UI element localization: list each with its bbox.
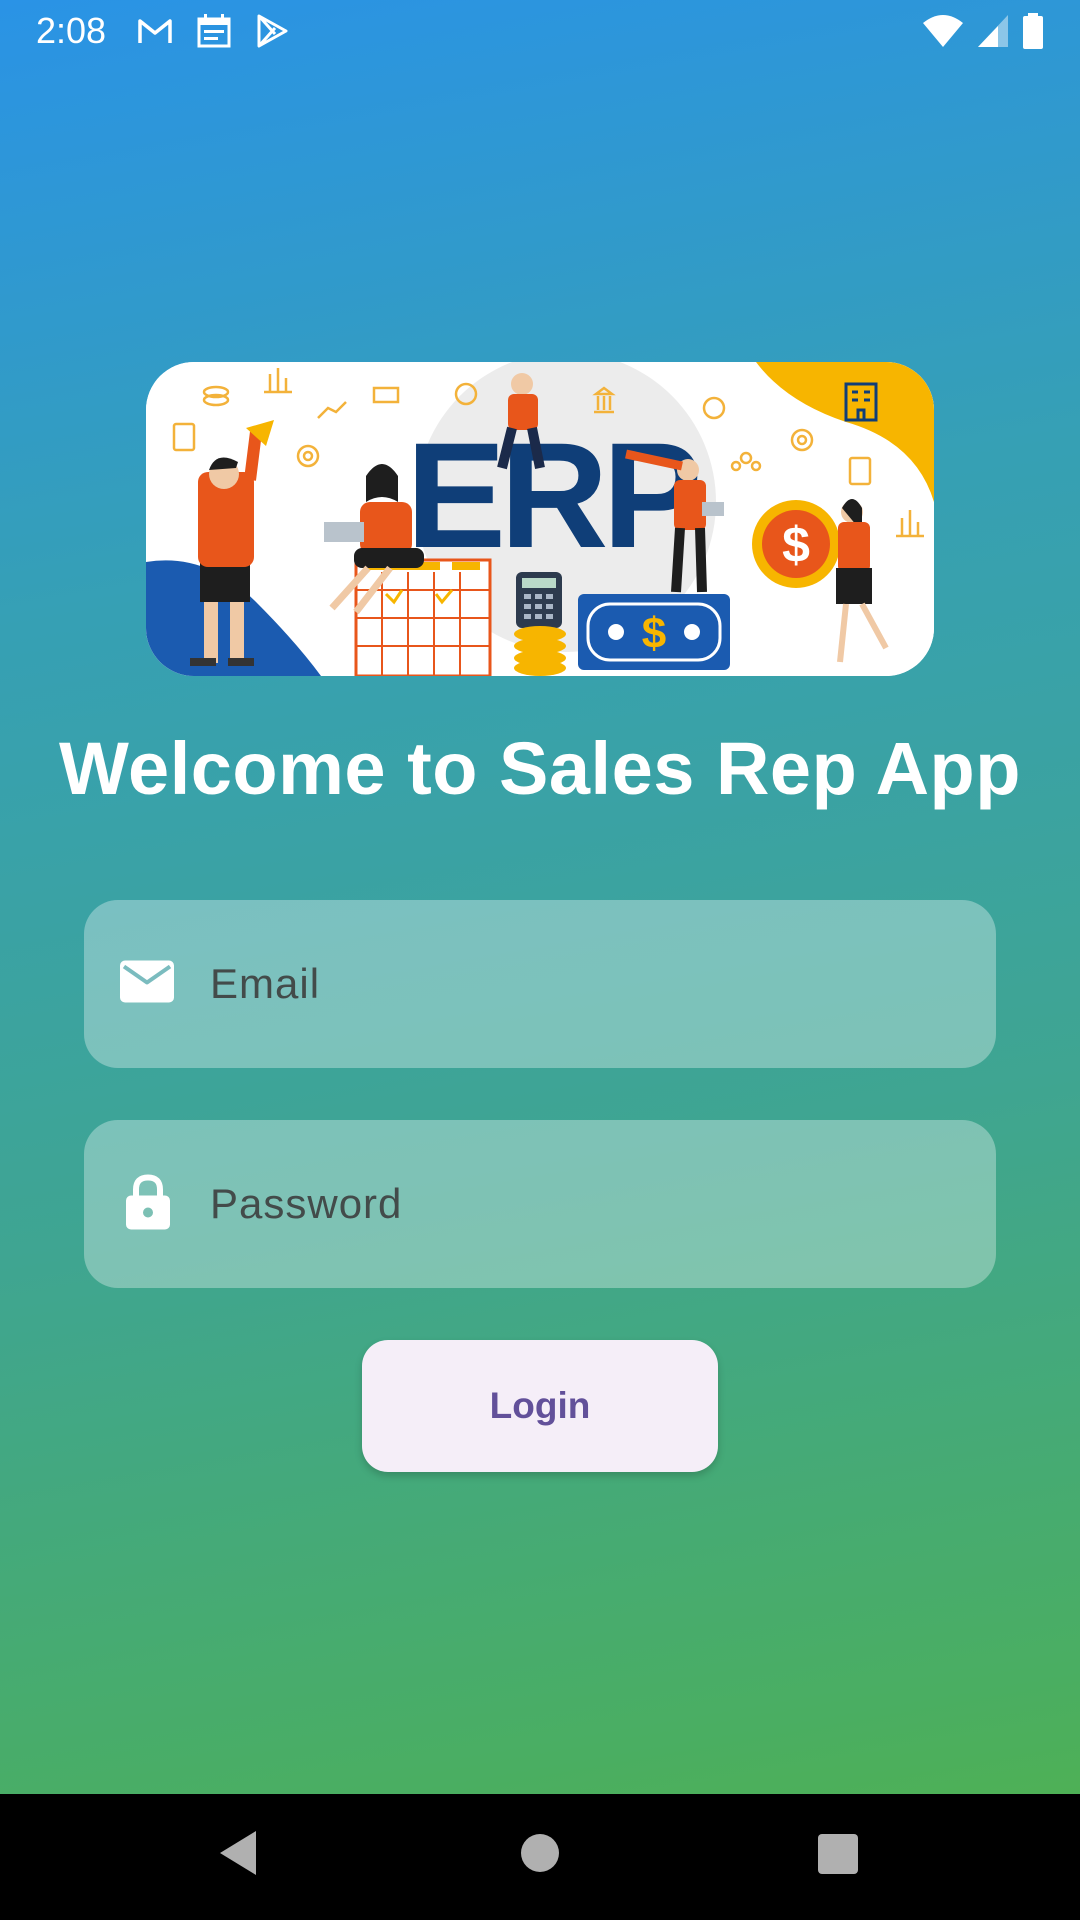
- login-button[interactable]: Login: [362, 1340, 718, 1472]
- status-bar: 2:08: [0, 0, 1080, 62]
- erp-illustration: ERP $ $: [146, 362, 934, 676]
- email-field-container[interactable]: [84, 900, 996, 1068]
- status-time: 2:08: [36, 10, 107, 51]
- gmail-icon: [138, 19, 172, 43]
- play-store-icon: [257, 14, 288, 48]
- svg-text:$: $: [642, 609, 666, 658]
- email-field[interactable]: [210, 900, 966, 1068]
- password-field[interactable]: [210, 1120, 966, 1288]
- battery-icon: [1023, 13, 1043, 49]
- password-field-container[interactable]: [84, 1120, 996, 1288]
- system-icons: [922, 12, 1044, 50]
- wifi-icon: [923, 15, 963, 47]
- calendar-icon: [197, 14, 231, 48]
- recents-icon[interactable]: [816, 1828, 860, 1878]
- lock-icon: [126, 1174, 170, 1235]
- svg-text:$: $: [782, 517, 810, 573]
- navigation-bar: [0, 1794, 1080, 1920]
- erp-logo-text: ERP: [406, 411, 697, 579]
- mail-icon: [120, 959, 174, 1010]
- page-title: Welcome to Sales Rep App: [59, 727, 1021, 810]
- erp-banner: ERP $ $: [146, 362, 934, 676]
- home-icon[interactable]: [518, 1828, 562, 1878]
- notification-icons: [136, 12, 290, 50]
- signal-icon: [978, 15, 1008, 47]
- back-icon[interactable]: [216, 1828, 260, 1878]
